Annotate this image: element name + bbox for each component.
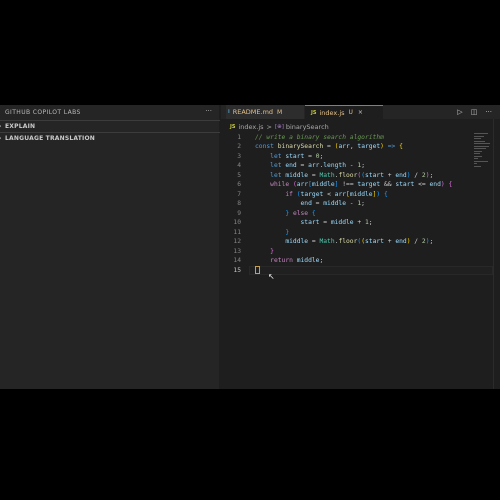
breadcrumb-file[interactable]: index.js [238, 123, 263, 131]
line-number: 4 [237, 162, 241, 169]
sidebar: GITHUB COPILOT LABS ··· › EXPLAIN › LANG… [0, 105, 220, 389]
code-line: 9 } else { [221, 209, 500, 219]
line-number: 6 [237, 181, 241, 188]
code-line-active: 15 [221, 265, 500, 276]
close-icon[interactable]: × [358, 109, 363, 116]
code-line: 10 start = middle + 1; [221, 218, 500, 228]
section-language-translation[interactable]: › LANGUAGE TRANSLATION [0, 132, 220, 143]
code-text [255, 265, 260, 276]
code-text: end = middle - 1; [300, 200, 365, 207]
breadcrumb: JS index.js > [⊕] binarySearch [230, 122, 329, 132]
breadcrumb-symbol[interactable]: binarySearch [286, 123, 329, 131]
line-number: 1 [237, 133, 241, 141]
vertical-scrollbar[interactable] [493, 119, 500, 389]
tab-label: index.js [319, 108, 345, 117]
line-number: 5 [237, 171, 241, 179]
line-number: 8 [237, 200, 241, 207]
code-line: 8 end = middle - 1; [221, 199, 500, 209]
code-text: let middle = Math.floor((start + end) / … [270, 171, 434, 179]
line-number: 13 [233, 247, 241, 255]
code-text: // write a binary search algorithm [255, 133, 384, 141]
vscode-window: GITHUB COPILOT LABS ··· › EXPLAIN › LANG… [0, 105, 500, 389]
code-line: 6 while (arr[middle] !== target && start… [221, 180, 500, 190]
ellipsis-icon[interactable]: ··· [205, 107, 212, 115]
ellipsis-icon[interactable]: ··· [485, 108, 492, 116]
tab-readme[interactable]: i README.md M [226, 105, 304, 119]
line-number: 2 [237, 143, 241, 150]
chevron-right-icon: > [266, 123, 272, 131]
editor: i README.md M JS index.js U × ▷ ◫ ··· JS… [221, 105, 500, 389]
section-explain[interactable]: › EXPLAIN [0, 120, 220, 131]
mouse-pointer-icon: ↖ [268, 272, 275, 281]
section-label: LANGUAGE TRANSLATION [5, 134, 96, 142]
code-text: let end = arr.length - 1; [270, 162, 365, 169]
minimap[interactable] [474, 133, 492, 173]
javascript-file-icon: JS [311, 109, 317, 116]
modified-badge: M [277, 108, 283, 116]
code-line: 13 } [221, 247, 500, 257]
code-text: let start = 0; [270, 152, 324, 160]
line-number: 9 [237, 209, 241, 217]
symbol-function-icon: [⊕] [274, 124, 284, 130]
code-text: start = middle + 1; [300, 219, 373, 226]
info-icon: i [228, 109, 230, 115]
code-text: } [285, 228, 290, 236]
code-text: while (arr[middle] !== target && start <… [270, 181, 453, 188]
code-line: 2 const binarySearch = (arr, target) => { [221, 142, 500, 152]
javascript-file-icon: JS [230, 124, 236, 130]
code-line: 3 let start = 0; [221, 152, 500, 162]
line-number: 3 [237, 152, 241, 160]
code-line: 1 // write a binary search algorithm [221, 133, 500, 143]
code-text: const binarySearch = (arr, target) => { [255, 143, 403, 150]
code-line: 5 let middle = Math.floor((start + end) … [221, 171, 500, 181]
code-text: return middle; [270, 257, 324, 264]
code-line: 7 if (target < arr[middle]) { [221, 190, 500, 200]
line-number: 11 [233, 228, 241, 236]
code-text: middle = Math.floor((start + end) / 2); [285, 238, 434, 245]
current-line-highlight [249, 265, 493, 275]
section-label: EXPLAIN [5, 122, 36, 130]
line-number: 12 [233, 238, 241, 245]
tab-label: README.md [232, 108, 274, 116]
tab-index-js[interactable]: JS index.js U × [305, 105, 383, 119]
sidebar-header: GITHUB COPILOT LABS ··· [0, 105, 220, 119]
line-number: 14 [233, 257, 241, 264]
tab-bar: i README.md M JS index.js U × ▷ ◫ ··· [221, 105, 500, 119]
code-area[interactable]: 1 // write a binary search algorithm 2 con… [221, 133, 500, 276]
untracked-badge: U [348, 109, 353, 116]
code-line: 12 middle = Math.floor((start + end) / 2… [221, 237, 500, 247]
code-line: 14 return middle; [221, 256, 500, 266]
editor-actions: ▷ ◫ ··· [457, 108, 492, 116]
code-text: if (target < arr[middle]) { [285, 190, 388, 198]
run-icon[interactable]: ▷ [457, 108, 462, 116]
split-editor-icon[interactable]: ◫ [471, 108, 478, 116]
code-text: } [270, 247, 274, 255]
code-line: 4 let end = arr.length - 1; [221, 161, 500, 171]
line-number: 10 [233, 219, 241, 226]
code-line: 11 } [221, 228, 500, 238]
line-number: 7 [237, 190, 241, 198]
line-number: 15 [233, 266, 241, 274]
code-text: } else { [285, 209, 316, 217]
bracket-cursor [255, 265, 260, 274]
sidebar-title: GITHUB COPILOT LABS [5, 108, 81, 116]
